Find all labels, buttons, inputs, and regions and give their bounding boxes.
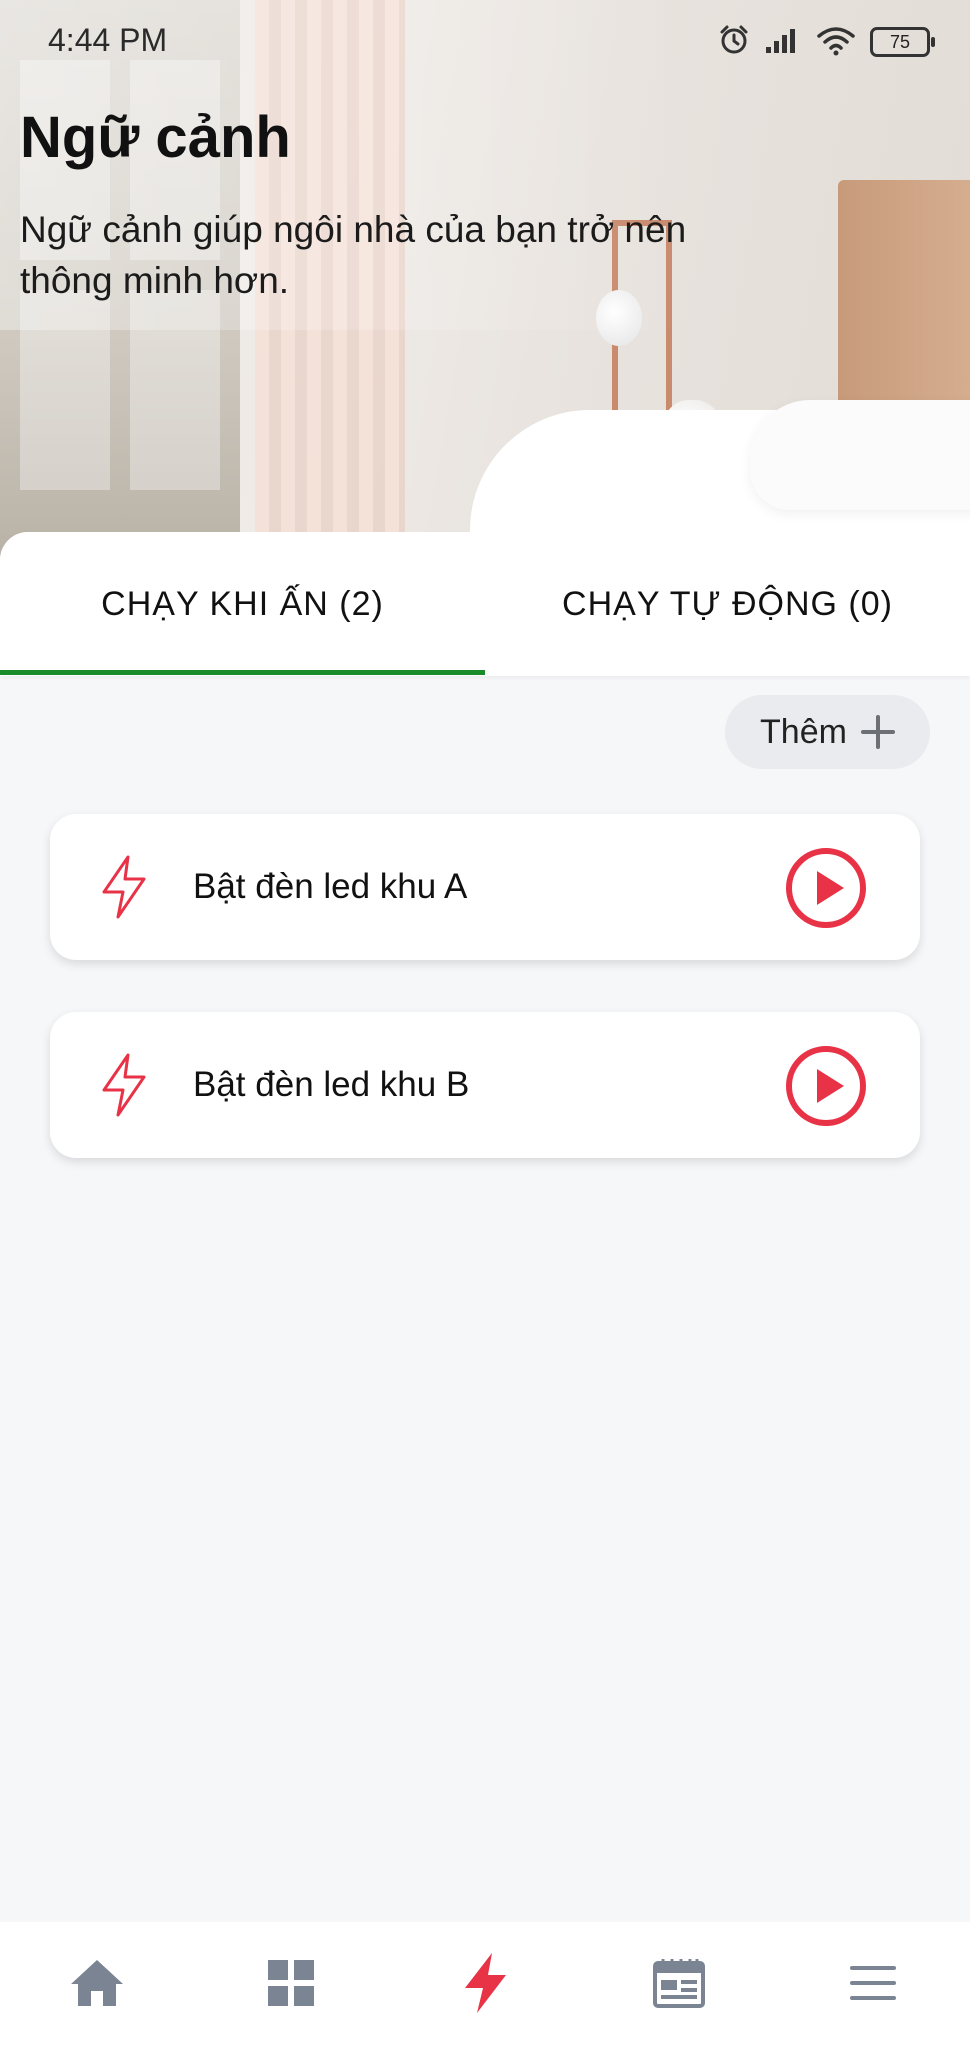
play-icon[interactable] [784,846,868,930]
tab-run-automatically[interactable]: CHẠY TỰ ĐỘNG (0) [485,532,970,676]
page-subtitle: Ngữ cảnh giúp ngôi nhà của bạn trở nên t… [20,209,687,301]
pillow-decoration [750,400,970,510]
scene-card[interactable]: Bật đèn led khu A [50,814,920,960]
scene-card[interactable]: Bật đèn led khu B [50,1012,920,1158]
content-sheet: CHẠY KHI ẤN (2) CHẠY TỰ ĐỘNG (0) Thêm Bậ… [0,532,970,2048]
calendar-icon [652,1957,706,2013]
headboard-decoration [838,180,970,420]
battery-icon: 75 [870,27,935,57]
status-time: 4:44 PM [48,22,168,58]
play-icon[interactable] [784,1044,868,1128]
lightning-icon [98,1052,150,1118]
add-button[interactable]: Thêm [725,695,930,769]
tab-label: CHẠY TỰ ĐỘNG (0) [562,584,893,623]
add-button-label: Thêm [760,712,847,751]
scene-name: Bật đèn led khu B [193,1065,470,1104]
battery-level: 75 [889,31,911,52]
wifi-icon [816,24,856,60]
tab-run-on-press[interactable]: CHẠY KHI ẤN (2) [0,532,485,676]
grid-icon [266,1958,316,2012]
scene-list: Bật đèn led khu A Bật đèn led khu B [50,814,920,1210]
lightning-icon [461,1951,509,2019]
nav-devices[interactable] [231,1935,351,2035]
tab-bar: CHẠY KHI ẤN (2) CHẠY TỰ ĐỘNG (0) [0,532,970,676]
tab-label: CHẠY KHI ẤN (2) [101,584,384,623]
lightning-icon [98,854,150,920]
menu-icon [848,1963,898,2007]
bottom-navigation [0,1922,970,2048]
active-tab-indicator [0,670,485,675]
nav-home[interactable] [37,1935,157,2035]
nav-menu[interactable] [813,1935,933,2035]
home-icon [69,1957,125,2013]
scene-name: Bật đèn led khu A [193,867,468,906]
status-icons: 75 [718,24,935,60]
nav-scenes[interactable] [425,1935,545,2035]
alarm-icon [718,24,750,60]
status-bar: 4:44 PM 75 [0,0,970,84]
plus-icon [860,715,895,749]
nav-schedule[interactable] [619,1935,739,2035]
page-title: Ngữ cảnh [20,105,291,170]
signal-icon [764,25,802,59]
